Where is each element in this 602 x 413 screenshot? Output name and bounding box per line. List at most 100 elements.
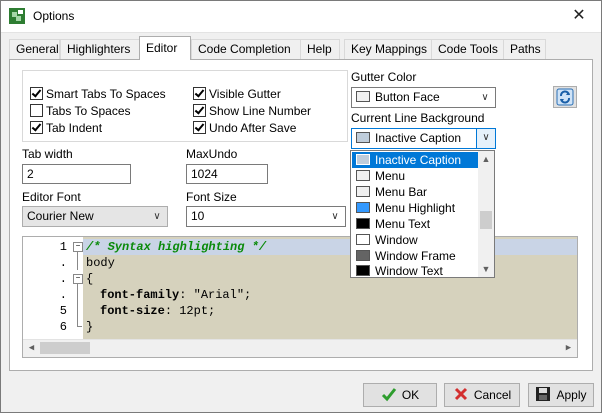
dropdown-option-window-frame[interactable]: Window Frame [352,248,478,264]
options-dialog: Options ✕ General Highlighters Editor Co… [0,0,602,413]
code-line-5: font-size: 12pt; [100,303,215,319]
checkbox-box [193,121,206,134]
fold-toggle[interactable]: − [73,274,83,284]
apply-button[interactable]: Apply [528,383,594,407]
scroll-left-icon[interactable]: ◀ [23,340,40,357]
option-label: Window [375,233,418,247]
tab-paths[interactable]: Paths [503,39,546,59]
tabs-to-spaces-checkbox[interactable]: Tabs To Spaces [30,104,131,120]
tab-code-completion[interactable]: Code Completion [191,39,301,59]
tab-key-mappings[interactable]: Key Mappings [344,39,432,59]
option-label: Window Frame [375,249,456,263]
chevron-down-icon: ∨ [482,132,490,143]
refresh-button[interactable] [553,86,577,108]
color-swatch [356,91,370,102]
scroll-down-icon[interactable]: ▼ [478,261,494,277]
code-line-1: /* Syntax highlighting */ [83,239,577,255]
color-swatch [356,186,370,197]
gutter-color-select[interactable]: Button Face ∨ [351,87,496,108]
line-number: . [59,256,67,270]
tab-width-label: Tab width [22,147,73,161]
option-label: Menu Highlight [375,201,456,215]
line-number: 5 [59,304,67,318]
checkbox-box [193,87,206,100]
undo-after-save-checkbox[interactable]: Undo After Save [193,121,296,137]
close-button[interactable]: ✕ [567,5,591,27]
property-value: : 12pt; [164,304,216,318]
max-undo-input[interactable]: 1024 [186,164,268,184]
scroll-thumb[interactable] [40,342,90,354]
property-name: font-family [100,288,180,302]
line-number: . [59,272,67,286]
max-undo-label: MaxUndo [186,147,238,161]
fold-guide [77,326,82,327]
window-title: Options [33,9,75,23]
editor-font-select[interactable]: Courier New ∨ [22,206,168,227]
code-area[interactable]: /* Syntax highlighting */ body { font-fa… [83,237,577,340]
tab-editor[interactable]: Editor [139,36,191,60]
tab-help[interactable]: Help [300,39,340,59]
fold-guide [77,284,78,326]
ok-button[interactable]: OK [363,383,437,407]
option-label: Menu [375,169,406,183]
checkbox-box [30,104,43,117]
dropdown-option-menu-text[interactable]: Menu Text [352,216,478,232]
line-number: 1 [59,240,67,254]
dropdown-option-window-text[interactable]: Window Text [352,264,478,276]
color-swatch [356,250,370,261]
title-bar: Options ✕ [1,1,601,33]
tab-code-tools[interactable]: Code Tools [431,39,504,59]
font-size-value: 10 [191,209,205,223]
dropdown-option-window[interactable]: Window [352,232,478,248]
color-swatch [356,218,370,229]
dropdown-option-inactive-caption[interactable]: Inactive Caption [352,152,478,168]
tab-width-input[interactable]: 2 [22,164,131,184]
apply-label: Apply [556,388,587,402]
tab-highlighters[interactable]: Highlighters [60,39,140,59]
show-line-number-checkbox[interactable]: Show Line Number [193,104,311,120]
tab-indent-checkbox[interactable]: Tab Indent [30,121,102,137]
font-size-select[interactable]: 10 ∨ [186,206,346,227]
scroll-right-icon[interactable]: ▶ [560,340,577,357]
color-swatch [356,132,370,143]
option-label: Inactive Caption [375,153,462,167]
chevron-down-icon: ∨ [331,211,339,222]
x-icon [454,387,467,401]
code-line-6: } [86,320,94,334]
checkmark-icon [381,388,396,402]
dropdown-option-menu-bar[interactable]: Menu Bar [352,184,478,200]
code-line-3: { [86,272,94,286]
scroll-up-icon[interactable]: ▲ [478,151,494,167]
font-size-label: Font Size [186,190,237,204]
color-swatch [356,202,370,213]
dropdown-scrollbar[interactable]: ▲ ▼ [478,151,494,277]
tab-general[interactable]: General [9,39,60,59]
fold-toggle[interactable]: − [73,242,83,252]
current-line-bg-dropdown-list: Inactive Caption Menu Menu Bar Menu High… [350,150,495,278]
option-label: Window Text [375,264,443,276]
smart-tabs-checkbox[interactable]: Smart Tabs To Spaces [30,87,166,103]
current-line-bg-label: Current Line Background [351,111,485,125]
dropdown-option-menu-highlight[interactable]: Menu Highlight [352,200,478,216]
visible-gutter-checkbox[interactable]: Visible Gutter [193,87,281,103]
app-icon [9,8,25,24]
property-name: font-size [100,304,165,318]
current-line-bg-value: Inactive Caption [375,131,462,145]
scroll-thumb[interactable] [480,211,492,229]
option-label: Menu Bar [375,185,428,199]
current-line-bg-select[interactable]: Inactive Caption ∨ [351,128,496,149]
checkbox-box [30,121,43,134]
horizontal-scrollbar[interactable]: ◀ ▶ [23,339,577,357]
checkbox-label: Tab Indent [46,121,103,135]
dropdown-button[interactable]: ∨ [476,129,495,148]
checkbox-label: Tabs To Spaces [46,104,131,118]
line-number: 6 [59,320,67,334]
checkbox-box [193,104,206,117]
cancel-button[interactable]: Cancel [444,383,520,407]
ok-label: OK [401,388,420,402]
dropdown-option-menu[interactable]: Menu [352,168,478,184]
editor-options-group: Smart Tabs To Spaces Tabs To Spaces Tab … [22,70,348,142]
comment-text: /* Syntax highlighting */ [86,240,267,254]
checkbox-label: Undo After Save [209,121,297,135]
save-disk-icon [536,387,551,401]
